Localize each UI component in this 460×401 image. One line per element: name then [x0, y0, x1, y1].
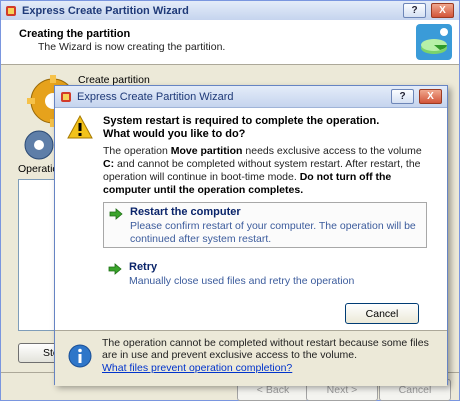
message-part-2: needs exclusive access to the volume	[242, 145, 422, 157]
restart-required-dialog: Express Create Partition Wizard ? X Syst…	[54, 85, 448, 386]
background-help-button[interactable]: ?	[403, 3, 426, 18]
restart-computer-option[interactable]: Restart the computer Please confirm rest…	[103, 202, 427, 248]
partition-wizard-icon	[416, 24, 452, 60]
dialog-heading-line1: System restart is required to complete t…	[103, 115, 380, 127]
background-header-title: Creating the partition	[19, 28, 131, 40]
info-text: The operation cannot be completed withou…	[102, 337, 429, 361]
info-icon	[68, 344, 92, 368]
restart-computer-title: Restart the computer	[130, 206, 241, 218]
operation-name: Move partition	[170, 145, 243, 157]
background-close-button[interactable]: X	[431, 3, 454, 18]
dialog-cancel-button[interactable]: Cancel	[345, 303, 419, 324]
background-header: Creating the partition The Wizard is now…	[1, 20, 459, 65]
warning-icon	[67, 115, 93, 139]
app-icon	[6, 5, 16, 16]
app-icon	[61, 91, 71, 102]
volume-name: C:	[103, 158, 115, 170]
retry-option[interactable]: Retry Manually close used files and retr…	[103, 258, 427, 288]
dialog-close-button[interactable]: X	[419, 89, 442, 104]
retry-description: Manually close used files and retry the …	[129, 275, 355, 287]
background-title-bar: Express Create Partition Wizard ? X	[1, 1, 459, 21]
background-window-title: Express Create Partition Wizard	[22, 4, 189, 17]
retry-title: Retry	[129, 261, 158, 273]
files-prevent-completion-link[interactable]: What files prevent operation completion?	[102, 362, 292, 374]
message-part-1: The operation	[103, 145, 171, 157]
green-arrow-icon	[108, 263, 122, 275]
dialog-message: The operation Move partition needs exclu…	[103, 145, 433, 197]
restart-computer-description: Please confirm restart of your computer.…	[130, 220, 416, 245]
dialog-title-bar: Express Create Partition Wizard ? X	[55, 86, 447, 108]
dialog-heading-line2: What would you like to do?	[103, 128, 246, 140]
background-operations-label: Operatio	[18, 163, 59, 175]
green-arrow-icon	[109, 208, 123, 220]
dialog-heading: System restart is required to complete t…	[103, 115, 433, 141]
dialog-help-button[interactable]: ?	[391, 89, 414, 104]
dialog-title: Express Create Partition Wizard	[77, 90, 234, 103]
info-panel: The operation cannot be completed withou…	[55, 330, 447, 386]
background-header-subtitle: The Wizard is now creating the partition…	[38, 41, 226, 53]
